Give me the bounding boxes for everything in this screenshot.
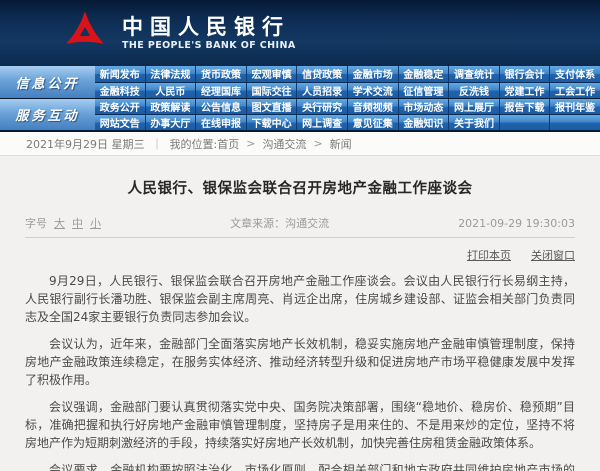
nav-item[interactable]: 关于我们 — [449, 115, 500, 130]
nav-row: 政务公开 政策解读 公告信息 图文直播 央行研究 音频视频 市场动态 网上展厅 报告下载 报刊年鉴 — [95, 99, 600, 115]
nav-item[interactable]: 法律法规 — [145, 66, 197, 82]
nav-item[interactable]: 银行会计 — [499, 66, 551, 82]
nav-item[interactable]: 下载中心 — [246, 115, 298, 130]
breadcrumb-item-news[interactable]: 新闻 — [330, 136, 352, 152]
nav-section-1: 服务互动 政务公开 政策解读 公告信息 图文直播 央行研究 音频视频 市场动态 网上展厅 报告下载… — [0, 99, 600, 132]
pboc-emblem-icon — [66, 11, 104, 44]
nav-item[interactable]: 工会工作 — [550, 82, 600, 98]
nav-item[interactable]: 意见征集 — [347, 115, 399, 130]
nav-item[interactable]: 政务公开 — [95, 99, 146, 114]
nav-item[interactable]: 反洗钱 — [449, 82, 500, 98]
nav-row: 新闻发布 法律法规 货币政策 宏观审慎 信贷政策 金融市场 金融稳定 调查统计 银行会计 支付体系 — [95, 66, 600, 83]
masthead: 中国人民银行 THE PEOPLE'S BANK OF CHINA — [0, 0, 600, 66]
nav-rows: 政务公开 政策解读 公告信息 图文直播 央行研究 音频视频 市场动态 网上展厅 报告下载 报刊年鉴… — [95, 99, 600, 130]
article-paragraph: 会议认为，近年来，金融部门全面落实房地产长效机制，稳妥实施房地产金融审慎管理制度… — [25, 337, 575, 387]
nav-item[interactable]: 新闻发布 — [95, 66, 146, 82]
nav-item[interactable]: 办事大厅 — [145, 115, 197, 130]
nav-item[interactable]: 人民币 — [145, 82, 197, 98]
nav-row: 网站文告 办事大厅 在线申报 下载中心 网上调查 意见征集 金融知识 关于我们 — [95, 115, 600, 130]
article-datetime: 2021-09-29 19:30:03 — [458, 216, 575, 230]
font-size-large-link[interactable]: 大 — [54, 215, 65, 231]
nav-item[interactable]: 网站文告 — [95, 115, 146, 130]
article-actions-top: 打印本页 关闭窗口 — [25, 247, 575, 263]
nav-item[interactable]: 支付体系 — [550, 66, 600, 82]
breadcrumb-divider: ｜ — [151, 137, 163, 151]
nav-filler — [499, 115, 551, 130]
nav-item[interactable]: 音频视频 — [347, 99, 399, 114]
nav-item[interactable]: 调查统计 — [449, 66, 500, 82]
article-source: 文章来源：沟通交流 — [230, 217, 330, 230]
article-meta-row: 字号 大 中 小 文章来源：沟通交流 2021-09-29 19:30:03 — [25, 215, 575, 238]
nav-section-0: 信息公开 新闻发布 法律法规 货币政策 宏观审慎 信贷政策 金融市场 金融稳定 调查统计 银行会计… — [0, 66, 600, 99]
nav-filler — [550, 115, 600, 130]
breadcrumb-separator: > — [313, 137, 323, 150]
nav-item[interactable]: 国际交往 — [246, 82, 298, 98]
nav-item[interactable]: 信贷政策 — [297, 66, 348, 82]
nav-rows: 新闻发布 法律法规 货币政策 宏观审慎 信贷政策 金融市场 金融稳定 调查统计 银行会计 支付体系… — [95, 66, 600, 98]
nav-item[interactable]: 经理国库 — [196, 82, 247, 98]
nav-row: 金融科技 人民币 经理国库 国际交往 人员招录 学术交流 征信管理 反洗钱 党建工作 工会工作 — [95, 82, 600, 98]
nav-item[interactable]: 网上调查 — [297, 115, 348, 130]
nav-item[interactable]: 党建工作 — [499, 82, 551, 98]
bank-name-en: THE PEOPLE'S BANK OF CHINA — [122, 40, 296, 52]
close-window-link[interactable]: 关闭窗口 — [531, 247, 575, 263]
bank-name-cn: 中国人民银行 — [122, 13, 290, 39]
nav-item[interactable]: 市场动态 — [398, 99, 450, 114]
nav-item[interactable]: 网上展厅 — [449, 99, 500, 114]
font-size-small-link[interactable]: 小 — [90, 215, 101, 231]
font-size-medium-link[interactable]: 中 — [72, 215, 83, 231]
nav-item[interactable]: 人员招录 — [297, 82, 348, 98]
pboc-webpage: 中国人民银行 THE PEOPLE'S BANK OF CHINA 信息公开 新闻… — [0, 0, 600, 471]
breadcrumb-home-link[interactable]: 我的位置:首页 — [170, 136, 240, 152]
article-paragraph: 会议要求，金融机构要按照法治化、市场化原则，配合相关部门和地方政府共同维护房地产… — [49, 463, 575, 471]
article-paragraph: 9月29日，人民银行、银保监会联合召开房地产金融工作座谈会。会议由人民银行行长易… — [25, 274, 575, 324]
nav-item[interactable]: 金融科技 — [95, 82, 146, 98]
nav-item[interactable]: 报告下载 — [499, 99, 551, 114]
nav-item[interactable]: 征信管理 — [398, 82, 450, 98]
article-body: 9月29日，人民银行、银保监会联合召开房地产金融工作座谈会。会议由人民银行行长易… — [25, 272, 575, 471]
font-size-label: 字号 — [25, 217, 47, 230]
nav-item[interactable]: 央行研究 — [297, 99, 348, 114]
article-title: 人民银行、银保监会联合召开房地产金融工作座谈会 — [127, 180, 473, 197]
nav-item[interactable]: 学术交流 — [347, 82, 399, 98]
font-size-control: 字号 大 中 小 — [25, 215, 101, 231]
nav-item[interactable]: 金融知识 — [398, 115, 450, 130]
breadcrumb-date: 2021年9月29日 星期三 — [26, 137, 145, 151]
nav-item[interactable]: 货币政策 — [196, 66, 247, 82]
article-paragraph: 会议强调，金融部门要认真贯彻落实党中央、国务院决策部署，围绕“稳地价、稳房价、稳… — [25, 400, 575, 450]
nav-item[interactable]: 宏观审慎 — [246, 66, 298, 82]
nav-item[interactable]: 图文直播 — [246, 99, 298, 114]
nav-item[interactable]: 政策解读 — [145, 99, 197, 114]
nav-section-label[interactable]: 服务互动 — [0, 99, 95, 130]
nav-item[interactable]: 金融市场 — [347, 66, 399, 82]
bank-names: 中国人民银行 THE PEOPLE'S BANK OF CHINA — [122, 15, 296, 51]
nav-item[interactable]: 在线申报 — [196, 115, 247, 130]
print-page-link[interactable]: 打印本页 — [467, 247, 511, 263]
article-content: 人民银行、银保监会联合召开房地产金融工作座谈会 字号 大 中 小 文章来源：沟通… — [0, 177, 600, 471]
nav-item[interactable]: 报刊年鉴 — [550, 99, 600, 114]
main-navigation: 信息公开 新闻发布 法律法规 货币政策 宏观审慎 信贷政策 金融市场 金融稳定 调查统计 银行会计… — [0, 66, 600, 132]
breadcrumb-item-communication[interactable]: 沟通交流 — [262, 136, 306, 152]
breadcrumb-separator: > — [246, 137, 256, 150]
nav-item[interactable]: 公告信息 — [196, 99, 247, 114]
nav-item[interactable]: 金融稳定 — [398, 66, 450, 82]
nav-section-label[interactable]: 信息公开 — [0, 66, 95, 98]
breadcrumb: 2021年9月29日 星期三 ｜ 我的位置:首页 > 沟通交流 > 新闻 — [0, 132, 600, 156]
